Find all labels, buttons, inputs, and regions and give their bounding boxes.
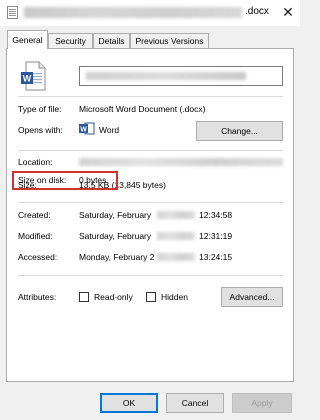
tab-general[interactable]: General: [7, 30, 48, 49]
filename-redacted: [86, 72, 246, 80]
size-on-disk-label: Size on disk:: [18, 175, 67, 185]
close-icon[interactable]: ✕: [280, 3, 296, 21]
accessed-value: Monday, February 2: [79, 252, 155, 262]
title-bar: .docx ✕: [0, 0, 300, 26]
change-button[interactable]: Change...: [196, 121, 283, 141]
general-panel: W Type of file: Microsoft Word Document …: [6, 48, 294, 382]
svg-text:W: W: [23, 74, 32, 84]
modified-date-redacted: [157, 232, 195, 240]
advanced-button[interactable]: Advanced...: [221, 287, 283, 307]
opens-with-app: Word: [99, 125, 120, 135]
title-suffix: .docx: [245, 6, 269, 17]
modified-time: 12:31:19: [199, 231, 233, 241]
document-icon: [7, 6, 18, 19]
tab-previous-versions[interactable]: Previous Versions: [130, 33, 209, 48]
created-value: Saturday, February: [79, 210, 152, 220]
filename-field[interactable]: [79, 66, 283, 86]
type-of-file-label: Type of file:: [18, 104, 62, 114]
separator: [18, 275, 283, 276]
created-label: Created:: [18, 210, 51, 220]
title-filename-redacted: [24, 7, 242, 18]
readonly-checkbox[interactable]: [79, 292, 89, 302]
created-time: 12:34:58: [199, 210, 233, 220]
accessed-label: Accessed:: [18, 252, 58, 262]
size-on-disk-value: 0 bytes: [79, 175, 107, 185]
location-redacted: [79, 158, 283, 166]
svg-text:W: W: [80, 126, 87, 133]
accessed-date-redacted: [157, 253, 195, 261]
accessed-time: 13:24:15: [199, 252, 233, 262]
apply-button[interactable]: Apply: [232, 393, 292, 413]
modified-value: Saturday, February: [79, 231, 152, 241]
tab-details[interactable]: Details: [93, 33, 130, 48]
separator: [18, 96, 283, 97]
word-app-icon: W: [79, 122, 95, 135]
hidden-checkbox[interactable]: [146, 292, 156, 302]
created-date-redacted: [157, 211, 195, 219]
tab-security[interactable]: Security: [48, 33, 93, 48]
location-label: Location:: [18, 157, 53, 167]
ok-button[interactable]: OK: [100, 393, 158, 413]
separator: [18, 202, 283, 203]
readonly-label: Read-only: [94, 292, 133, 302]
modified-label: Modified:: [18, 231, 53, 241]
word-document-icon: W: [21, 61, 46, 91]
opens-with-label: Opens with:: [18, 125, 63, 135]
type-of-file-value: Microsoft Word Document (.docx): [79, 104, 206, 114]
hidden-label: Hidden: [161, 292, 188, 302]
cancel-button[interactable]: Cancel: [166, 393, 224, 413]
separator: [18, 150, 283, 151]
attributes-label: Attributes:: [18, 292, 57, 302]
